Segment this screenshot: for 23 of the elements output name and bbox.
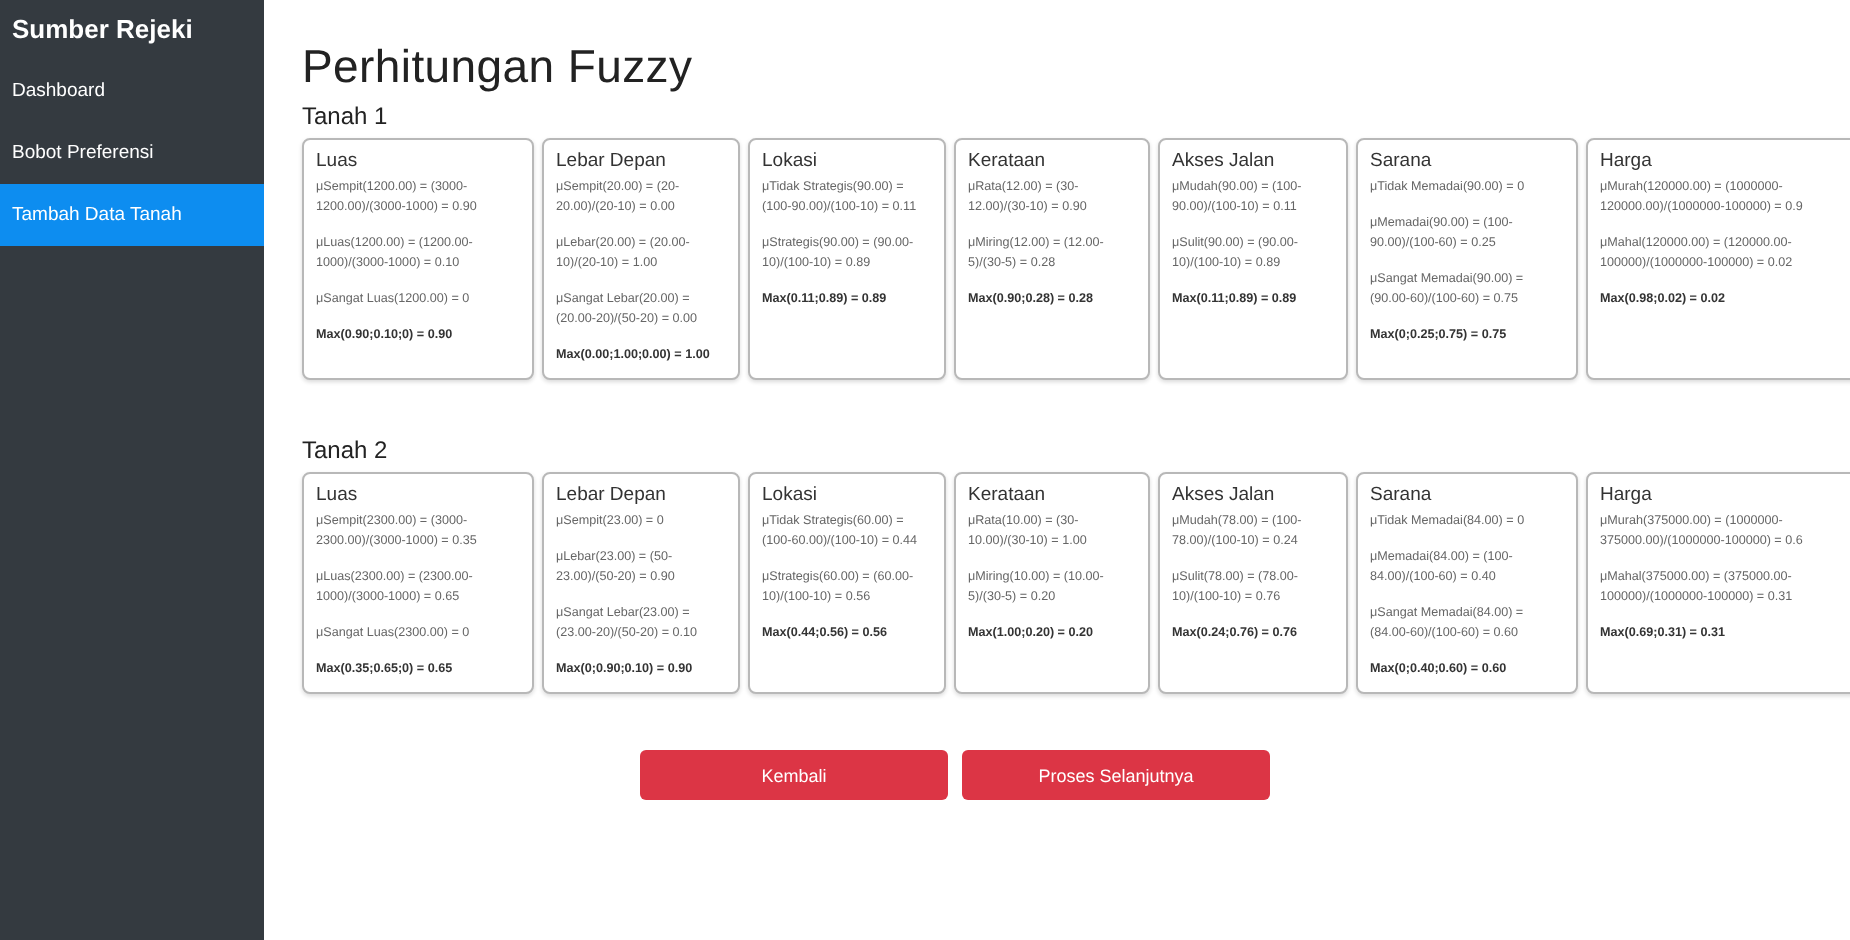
sidebar-item[interactable]: Dashboard	[0, 60, 264, 122]
card-title: Lebar Depan	[556, 150, 668, 172]
card-title: Harga	[1600, 484, 1654, 506]
card-title: Akses Jalan	[1172, 484, 1277, 506]
card-title: Luas	[316, 484, 360, 506]
card-title: Sarana	[1370, 150, 1434, 172]
card-title: Luas	[316, 150, 360, 172]
section-title: Tanah 1	[302, 102, 390, 130]
card-title: Lokasi	[762, 484, 819, 506]
card-title: Lebar Depan	[556, 484, 668, 506]
page-title: Perhitungan Fuzzy	[302, 40, 695, 94]
section-title: Tanah 2	[302, 436, 390, 464]
sidebar-item[interactable]: Tambah Data Tanah	[0, 184, 264, 246]
sidebar-item[interactable]: Bobot Preferensi	[0, 122, 264, 184]
back-button[interactable]: Kembali	[640, 750, 948, 800]
card-title: Sarana	[1370, 484, 1434, 506]
card-title: Akses Jalan	[1172, 150, 1277, 172]
card-title: Kerataan	[968, 484, 1048, 506]
next-button[interactable]: Proses Selanjutnya	[962, 750, 1270, 800]
card-title: Harga	[1600, 150, 1654, 172]
card-title: Kerataan	[968, 150, 1048, 172]
sidebar-brand: Sumber Rejeki	[10, 12, 195, 48]
card-title: Lokasi	[762, 150, 819, 172]
